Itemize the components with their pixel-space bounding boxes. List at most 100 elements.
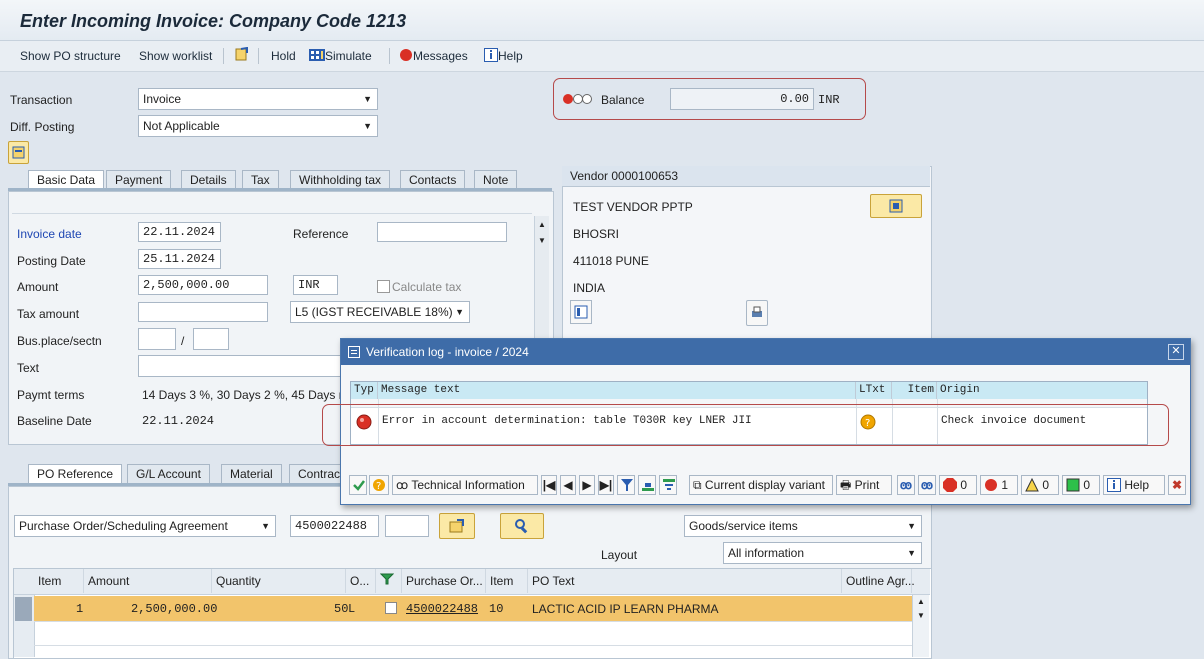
calculate-tax-checkbox[interactable] xyxy=(377,280,390,293)
col-select-filter[interactable] xyxy=(376,569,402,593)
next-page-icon[interactable]: ▶ xyxy=(579,475,595,495)
dialog-title-bar: Verification log - invoice / 2024 ✕ xyxy=(341,339,1190,365)
error-count-button[interactable]: 1 xyxy=(980,475,1018,495)
vendor-city: 411018 PUNE xyxy=(573,254,649,268)
cancel-icon[interactable]: ✖ xyxy=(1168,475,1186,495)
section-code-field[interactable] xyxy=(193,328,229,350)
scroll-down-icon[interactable]: ▼ xyxy=(917,611,925,620)
find-icon[interactable]: ꙭ xyxy=(897,475,915,495)
help-dialog-button[interactable]: Help xyxy=(1103,475,1165,495)
currency-field[interactable]: INR xyxy=(293,275,338,295)
tax-amount-field[interactable] xyxy=(138,302,268,322)
col-order-unit[interactable]: O... xyxy=(346,569,376,593)
transaction-select[interactable]: Invoice ▼ xyxy=(138,88,378,110)
edit-icon[interactable] xyxy=(235,46,249,65)
col-po-text[interactable]: PO Text xyxy=(528,569,842,593)
vendor-list-icon[interactable] xyxy=(570,300,592,324)
col-type[interactable]: Typ xyxy=(351,382,378,399)
warning-count-button[interactable]: 0 xyxy=(1021,475,1059,495)
long-text-button[interactable]: ? xyxy=(369,475,389,495)
col-origin[interactable]: Origin xyxy=(937,382,1147,399)
tab-gl-account[interactable]: G/L Account xyxy=(127,464,210,484)
scroll-down-icon[interactable]: ▼ xyxy=(538,236,546,245)
print-vendor-button[interactable] xyxy=(746,300,768,326)
last-page-icon[interactable]: ▶| xyxy=(598,475,614,495)
stop-count-button[interactable]: 0 xyxy=(939,475,977,495)
messages-button[interactable]: Messages xyxy=(399,47,468,65)
tab-material[interactable]: Material xyxy=(221,464,282,484)
transfer-po-button[interactable] xyxy=(439,513,475,539)
row-po-item: 10 xyxy=(489,602,504,616)
col-item[interactable]: Item xyxy=(892,382,937,399)
row-checkbox[interactable] xyxy=(385,602,397,614)
show-worklist-button[interactable]: Show worklist xyxy=(139,47,212,65)
col-outline-agreement[interactable]: Outline Agr... xyxy=(842,569,915,593)
amount-field[interactable]: 2,500,000.00 xyxy=(138,275,268,295)
continue-button[interactable] xyxy=(349,475,367,495)
col-amount[interactable]: Amount xyxy=(84,569,212,593)
text-field[interactable] xyxy=(138,355,348,377)
text-label: Text xyxy=(17,361,40,375)
business-place-field[interactable] xyxy=(138,328,176,350)
print-button[interactable]: 🖶 Print xyxy=(836,475,892,495)
tax-amount-label: Tax amount xyxy=(17,307,80,321)
vendor-detail-button[interactable] xyxy=(870,194,922,218)
tab-note[interactable]: Note xyxy=(474,170,518,189)
row-po-link[interactable]: 4500022488 xyxy=(406,602,478,616)
row-quantity: 50 xyxy=(334,602,349,616)
first-page-icon[interactable]: |◀ xyxy=(541,475,557,495)
posting-date-label: Posting Date xyxy=(17,254,86,268)
amount-label: Amount xyxy=(17,280,59,294)
grid-scrollbar[interactable]: ▲ ▼ xyxy=(912,595,929,657)
technical-info-button[interactable]: ꝏ Technical Information xyxy=(392,475,538,495)
goods-items-select[interactable]: Goods/service items ▼ xyxy=(684,515,922,537)
tab-tax[interactable]: Tax xyxy=(242,170,279,189)
close-icon[interactable]: ✕ xyxy=(1168,344,1184,360)
col-long-text[interactable]: LTxt xyxy=(856,382,892,399)
filter-button[interactable] xyxy=(617,475,635,495)
dialog-title: Verification log - invoice / 2024 xyxy=(366,345,529,359)
previous-page-icon[interactable]: ◀ xyxy=(560,475,576,495)
posting-date-field[interactable]: 25.11.2024 xyxy=(138,249,221,269)
scroll-up-icon[interactable]: ▲ xyxy=(538,220,546,229)
error-icon xyxy=(400,49,412,61)
sort-button[interactable] xyxy=(659,475,677,495)
po-item-field[interactable] xyxy=(385,515,429,537)
hold-button[interactable]: Hold xyxy=(271,47,296,65)
display-variant-button[interactable]: ⧉ Current display variant xyxy=(689,475,833,495)
doc-header-icon[interactable] xyxy=(8,141,29,164)
show-po-structure-button[interactable]: Show PO structure xyxy=(20,47,121,65)
chevron-down-icon: ▼ xyxy=(907,548,916,558)
transaction-label: Transaction xyxy=(10,93,73,107)
reference-type-select[interactable]: Purchase Order/Scheduling Agreement ▼ xyxy=(14,515,276,537)
layout-select[interactable]: All information ▼ xyxy=(723,542,922,564)
find-next-icon[interactable]: ꙭ xyxy=(918,475,936,495)
tax-code-select[interactable]: L5 (IGST RECEIVABLE 18%) ▼ xyxy=(290,301,470,323)
col-po-item[interactable]: Item xyxy=(486,569,528,593)
invoice-date-field[interactable]: 22.11.2024 xyxy=(138,222,221,242)
col-message-text[interactable]: Message text xyxy=(378,382,856,399)
tab-basic-data[interactable]: Basic Data xyxy=(28,170,105,189)
col-item[interactable]: Item xyxy=(34,569,84,593)
row-selector[interactable] xyxy=(15,597,32,621)
tab-withholding-tax[interactable]: Withholding tax xyxy=(290,170,391,189)
help-button[interactable]: Help xyxy=(484,47,523,65)
po-number-field[interactable]: 4500022488 xyxy=(290,515,379,537)
sum-button[interactable] xyxy=(638,475,656,495)
tab-details[interactable]: Details xyxy=(181,170,236,189)
tab-po-reference[interactable]: PO Reference xyxy=(28,464,123,484)
reference-field[interactable] xyxy=(377,222,507,242)
simulate-button[interactable]: Simulate xyxy=(309,47,372,65)
col-purchase-order[interactable]: Purchase Or... xyxy=(402,569,486,593)
success-count-button[interactable]: 0 xyxy=(1062,475,1100,495)
filter-icon xyxy=(379,573,395,585)
basic-scrollbar[interactable]: ▲ ▼ xyxy=(534,216,549,346)
transfer-icon xyxy=(449,519,464,533)
diff-posting-select[interactable]: Not Applicable ▼ xyxy=(138,115,378,137)
tab-payment[interactable]: Payment xyxy=(106,170,172,189)
tab-contacts[interactable]: Contacts xyxy=(400,170,466,189)
vendor-street: BHOSRI xyxy=(573,227,620,241)
po-search-button[interactable] xyxy=(500,513,544,539)
scroll-up-icon[interactable]: ▲ xyxy=(917,597,925,606)
col-quantity[interactable]: Quantity xyxy=(212,569,346,593)
